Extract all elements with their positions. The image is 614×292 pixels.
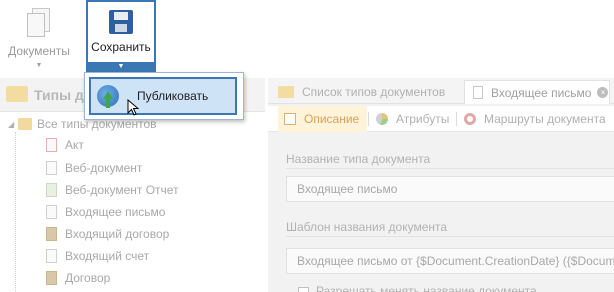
- divider: [286, 168, 614, 169]
- document-icon: [473, 86, 483, 99]
- subtab-attributes[interactable]: Атрибуты: [376, 106, 449, 132]
- tree-item-label: Входящее письмо: [65, 205, 166, 219]
- doc-type-name-field[interactable]: Входящее письмо: [286, 176, 614, 202]
- template-label: Шаблон названия документа: [286, 220, 448, 234]
- floppy-disk-icon: [109, 10, 133, 34]
- expand-toggle-icon[interactable]: ◢: [8, 120, 18, 129]
- chevron-down-icon: ▼: [35, 62, 43, 69]
- tab-label: Входящее письмо: [491, 85, 592, 100]
- tree-item[interactable]: Входящий счет: [46, 246, 149, 266]
- globe-upload-icon: [97, 85, 119, 108]
- tree-item-label: Веб-документ: [65, 161, 143, 175]
- allow-change-name-label: Разрешать менять название документа: [316, 284, 537, 292]
- mouse-cursor-icon: [127, 99, 139, 116]
- save-button[interactable]: Сохранить ▼: [86, 0, 156, 74]
- tree-item-label: Веб-документ Отчет: [65, 183, 179, 197]
- subtab-bar: Описание Атрибуты Маршруты документа: [268, 106, 614, 132]
- divider: [368, 112, 369, 126]
- document-icon: [46, 138, 57, 152]
- tab-bar: Список типов документов Входящее письмо …: [268, 78, 614, 104]
- publish-menu-item[interactable]: Публиковать: [89, 77, 237, 115]
- documents-label: Документы: [8, 44, 70, 58]
- tree-item[interactable]: Веб-документ Отчет: [46, 180, 179, 200]
- tab-label: Список типов документов: [302, 85, 446, 99]
- tree-guide-line: [15, 132, 16, 292]
- document-icon: [46, 249, 57, 263]
- contract-icon: [46, 271, 57, 285]
- divider: [456, 112, 457, 126]
- folder-icon: [278, 86, 294, 98]
- document-icon: [46, 161, 57, 175]
- tree-item[interactable]: Входящее письмо: [46, 202, 165, 222]
- documents-icon: [26, 8, 52, 38]
- subtab-label: Маршруты документа: [484, 112, 606, 126]
- tab-incoming-letter[interactable]: Входящее письмо ×: [464, 80, 610, 104]
- save-dropdown-menu: Публиковать: [84, 72, 244, 120]
- subtab-label: Описание: [304, 112, 360, 126]
- divider: [286, 236, 614, 237]
- save-dropdown-arrow[interactable]: ▼: [88, 62, 154, 72]
- template-field[interactable]: Входящее письмо от {$Document.CreationDa…: [286, 248, 614, 274]
- contract-icon: [46, 227, 57, 241]
- document-icon: [46, 205, 57, 219]
- close-icon[interactable]: ×: [597, 87, 609, 98]
- tree-item-label: Входящий договор: [65, 227, 170, 241]
- tree-item[interactable]: Веб-документ: [46, 158, 142, 178]
- subtab-description[interactable]: Описание: [278, 106, 368, 132]
- info-icon: [284, 113, 296, 125]
- tab-document-types-list[interactable]: Список типов документов: [278, 80, 445, 104]
- subtab-label: Атрибуты: [396, 112, 450, 126]
- tree-item-label: Акт: [65, 138, 84, 152]
- pie-icon: [376, 113, 388, 125]
- documents-button[interactable]: Документы ▼: [4, 0, 74, 76]
- allow-change-name-checkbox[interactable]: [298, 287, 309, 292]
- folder-icon: [6, 86, 28, 102]
- save-label: Сохранить: [91, 40, 151, 54]
- document-icon: [46, 183, 57, 197]
- ring-icon: [464, 113, 476, 125]
- tree-item[interactable]: Акт: [46, 135, 84, 155]
- tree-item-label: Входящий счет: [65, 249, 150, 263]
- folder-icon: [18, 118, 32, 130]
- tree-item-label: Договор: [65, 271, 111, 285]
- ribbon-toolbar: Документы ▼ Сохранить ▼: [0, 0, 614, 78]
- document-type-editor: Список типов документов Входящее письмо …: [268, 78, 614, 292]
- tree-item[interactable]: Входящий договор: [46, 224, 169, 244]
- publish-label: Публиковать: [137, 89, 209, 103]
- tree-item[interactable]: Договор: [46, 268, 110, 288]
- subtab-routes[interactable]: Маршруты документа: [464, 106, 606, 132]
- doc-type-name-label: Название типа документа: [286, 152, 431, 166]
